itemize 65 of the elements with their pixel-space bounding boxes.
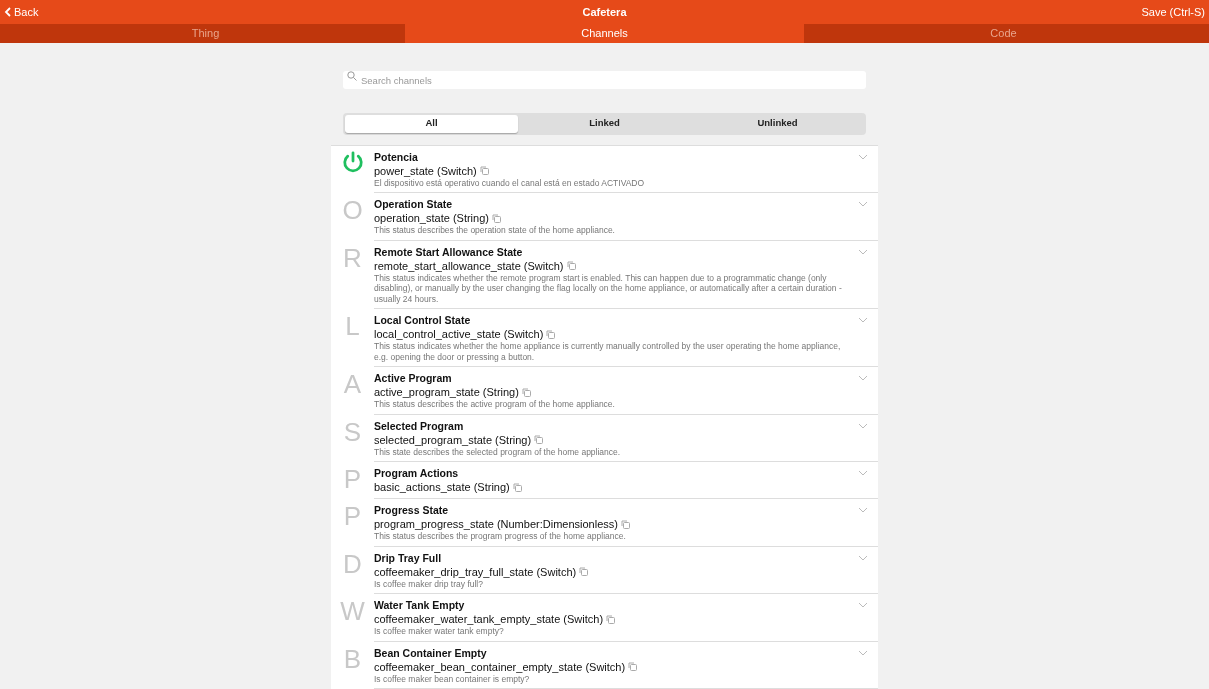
channel-id: coffeemaker_bean_container_empty_state (Switch) [374,659,626,674]
channel-description: This status indicates whether the home appliance is currently manually controlled by the user operating the home appliance, e.g. opening the door or pressing a button. [374,341,842,362]
copy-icon[interactable] [546,329,556,339]
filter-segment[interactable]: Linked [518,114,691,133]
copy-icon[interactable] [521,387,531,397]
search-icon [347,70,357,81]
channel-id: program_progress_state (Number:Dimensionless) [374,517,618,531]
channel-id: coffeemaker_drip_tray_full_state (Switch) [374,564,577,579]
channel-title: Program Actions [374,467,460,480]
channel-id: coffeemaker_water_tank_empty_state (Switch) [374,612,604,626]
channel-id: local_control_active_state (Switch) [374,327,544,341]
chevron-down-icon[interactable] [858,554,868,561]
chevron-down-icon[interactable] [858,375,868,381]
copy-icon[interactable] [512,482,522,492]
chevron-down-icon[interactable] [858,470,868,476]
channel-title: Water Tank Empty [374,599,466,612]
power-icon [341,150,364,173]
copy-icon[interactable] [566,261,576,270]
tab[interactable]: Channels [405,24,804,43]
chevron-down-icon[interactable] [858,248,868,255]
channel-description: This status indicates whether the remote program start is enabled. This can happen due to a programmatic change (only disabling), or manually by the user changing the flag locally on the home appliance, or automatically after a certain duration - usually 24 hours. [374,272,843,304]
copy-icon[interactable] [491,213,501,223]
channel-title: Local Control State [374,314,472,327]
channel-id: remote_start_allowance_state (Switch) [374,258,564,273]
chevron-down-icon[interactable] [858,507,868,513]
channel-description: Is coffee maker drip tray full? [374,578,484,589]
chevron-down-icon[interactable] [858,602,868,608]
copy-icon[interactable] [606,614,616,624]
copy-icon[interactable] [628,662,638,671]
chevron-down-icon[interactable] [858,317,868,323]
channel-title: Remote Start Allowance State [374,245,524,259]
channel-id: power_state (Switch) [374,163,477,178]
channel-title: Drip Tray Full [374,551,443,565]
chevron-left-icon [4,7,12,18]
channel-description: This status describes the program progress of the home appliance. [374,531,627,542]
copy-icon[interactable] [534,435,544,444]
chevron-down-icon[interactable] [858,422,868,429]
page-title: Cafetera [582,4,627,20]
channel-id: active_program_state (String) [374,385,519,399]
copy-icon[interactable] [579,567,589,576]
channel-description: Is coffee maker bean container is empty? [374,673,531,684]
channel-title: Operation State [374,198,454,211]
filter-segment[interactable]: Unlinked [691,114,864,133]
chevron-down-icon[interactable] [858,201,868,207]
channel-id: selected_program_state (String) [374,432,532,447]
filter-segment[interactable]: All [345,114,518,133]
channel-description: Is coffee maker water tank empty? [374,626,505,637]
chevron-down-icon[interactable] [858,153,868,160]
channel-description: This status describes the active program of the home appliance. [374,399,616,410]
channel-description: El dispositivo está operativo cuando el canal está en estado ACTIVADO [374,177,646,188]
channel-title: Active Program [374,372,453,385]
channel-description: This state describes the selected program of the home appliance. [374,446,622,457]
channel-description: This status describes the operation state of the home appliance. [374,225,616,236]
channel-title: Selected Program [374,419,465,433]
channel-title: Progress State [374,504,450,517]
copy-icon[interactable] [479,166,489,175]
back-button[interactable]: Back [4,3,204,21]
channel-id: basic_actions_state (String) [374,480,510,494]
channel-title: Potencia [374,150,419,164]
search-field[interactable]: Search channels [343,71,866,89]
save-button[interactable]: Save (Ctrl-S) [1005,3,1205,21]
copy-icon[interactable] [620,519,630,529]
channel-title: Bean Container Empty [374,646,488,660]
channel-id: operation_state (String) [374,211,489,225]
chevron-down-icon[interactable] [858,649,868,656]
